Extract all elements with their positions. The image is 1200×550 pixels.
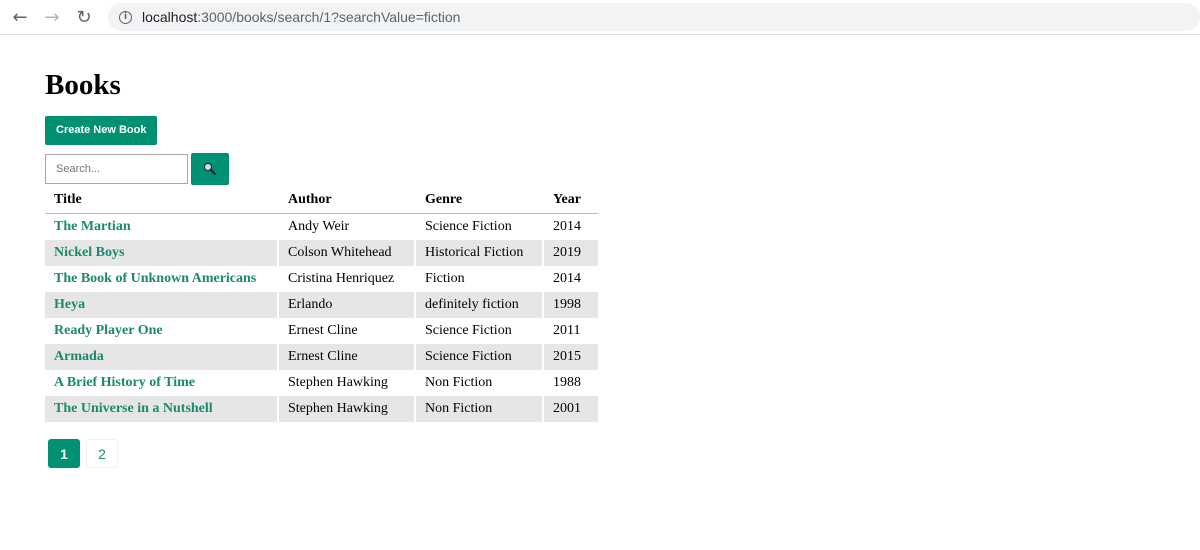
reload-icon: ↻ (76, 6, 92, 28)
book-year: 2011 (553, 323, 581, 338)
book-author: Erlando (279, 292, 416, 318)
page-title: Books (45, 69, 121, 101)
book-title-link[interactable]: Armada (54, 349, 104, 364)
book-genre: definitely fiction (416, 292, 544, 318)
book-author: Cristina Henriquez (279, 266, 416, 292)
book-genre: Non Fiction (416, 396, 544, 422)
book-year: 1998 (544, 292, 598, 318)
info-icon[interactable]: i (119, 10, 132, 24)
address-bar[interactable]: i localhost:3000/books/search/1?searchVa… (108, 3, 1200, 31)
table-header-row: Title Author Genre Year (45, 187, 598, 214)
table-row: Heya Erlando definitely fiction 1998 (45, 292, 598, 318)
search-input[interactable] (45, 154, 188, 184)
magnifier-icon (203, 162, 216, 175)
book-year: 2015 (544, 344, 598, 370)
forward-button[interactable]: → (36, 1, 68, 33)
book-genre: Fiction (416, 266, 544, 292)
book-author: Andy Weir (279, 214, 416, 240)
header-title: Title (45, 187, 279, 214)
header-author: Author (279, 187, 416, 214)
book-title-link[interactable]: The Martian (54, 219, 131, 234)
book-title-link[interactable]: Heya (54, 297, 85, 312)
header-genre: Genre (416, 187, 544, 214)
arrow-right-icon: → (44, 6, 60, 28)
book-genre: Science Fiction (416, 214, 544, 240)
book-author: Stephen Hawking (279, 370, 416, 396)
reload-button[interactable]: ↻ (68, 1, 100, 33)
arrow-left-icon: ← (12, 6, 28, 28)
url-path: :3000/books/search/1?searchValue=fiction (197, 9, 461, 25)
book-year: 1988 (553, 375, 581, 390)
book-author: Ernest Cline (279, 344, 416, 370)
create-new-book-button[interactable]: Create New Book (45, 116, 158, 145)
book-genre: Non Fiction (416, 370, 544, 396)
pagination: 1 2 (45, 439, 598, 468)
book-author: Colson Whitehead (279, 240, 416, 266)
main-content: Books Create New Book Title Author Genre… (45, 70, 598, 468)
book-author: Stephen Hawking (279, 396, 416, 422)
table-row: A Brief History of Time Stephen Hawking … (45, 370, 598, 396)
page-2-button[interactable]: 2 (86, 439, 118, 468)
table-row: The Universe in a Nutshell Stephen Hawki… (45, 396, 598, 422)
browser-toolbar: ← → ↻ i localhost:3000/books/search/1?se… (0, 0, 1200, 35)
header-year: Year (544, 187, 598, 214)
book-title-link[interactable]: Ready Player One (54, 323, 163, 338)
book-year: 2001 (544, 396, 598, 422)
table-row: Armada Ernest Cline Science Fiction 2015 (45, 344, 598, 370)
page-1-button[interactable]: 1 (48, 439, 80, 468)
table-row: The Book of Unknown Americans Cristina H… (45, 266, 598, 292)
book-year: 2014 (553, 271, 581, 286)
book-genre: Science Fiction (416, 344, 544, 370)
table-row: Ready Player One Ernest Cline Science Fi… (45, 318, 598, 344)
book-year: 2014 (553, 219, 581, 234)
back-button[interactable]: ← (4, 1, 36, 33)
search-button[interactable] (191, 153, 229, 185)
book-title-link[interactable]: The Universe in a Nutshell (54, 401, 213, 416)
book-title-link[interactable]: A Brief History of Time (54, 375, 195, 390)
table-row: The Martian Andy Weir Science Fiction 20… (45, 214, 598, 240)
book-genre: Science Fiction (416, 318, 544, 344)
book-title-link[interactable]: The Book of Unknown Americans (54, 271, 256, 286)
book-genre: Historical Fiction (416, 240, 544, 266)
table-row: Nickel Boys Colson Whitehead Historical … (45, 240, 598, 266)
search-form (45, 153, 598, 185)
url-host: localhost (142, 9, 198, 25)
book-year: 2019 (544, 240, 598, 266)
book-title-link[interactable]: Nickel Boys (54, 245, 124, 260)
books-table: Title Author Genre Year The Martian Andy… (45, 187, 598, 422)
book-author: Ernest Cline (279, 318, 416, 344)
